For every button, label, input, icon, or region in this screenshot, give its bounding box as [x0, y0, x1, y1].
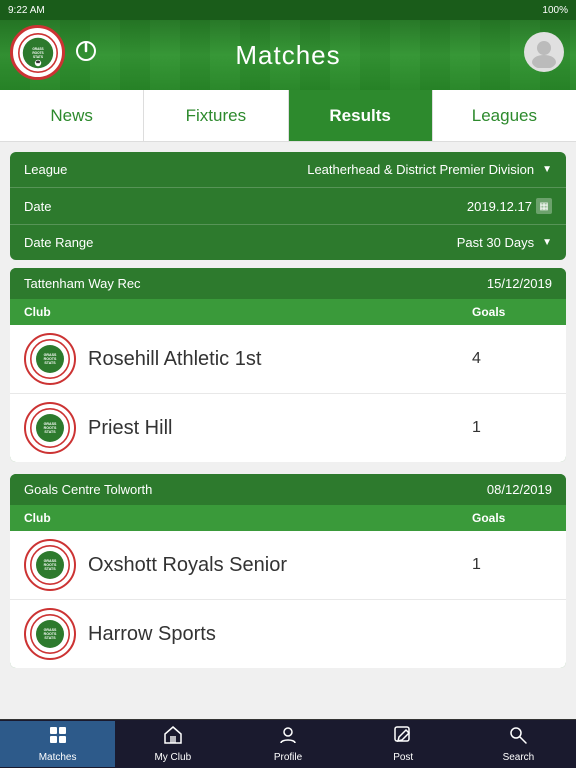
tab-leagues[interactable]: Leagues	[433, 90, 576, 141]
col-club-2: Club	[24, 511, 472, 525]
user-avatar[interactable]	[524, 32, 564, 72]
col-club-1: Club	[24, 305, 472, 319]
svg-text:STATS: STATS	[33, 54, 43, 58]
col-goals-1: Goals	[472, 305, 552, 319]
my-club-nav-icon	[163, 725, 183, 750]
svg-text:GRASS: GRASS	[32, 46, 43, 50]
tab-fixtures[interactable]: Fixtures	[144, 90, 288, 141]
league-filter-row[interactable]: League Leatherhead & District Premier Di…	[10, 152, 566, 188]
match-1-date: 15/12/2019	[487, 276, 552, 291]
svg-text:STATS: STATS	[44, 567, 56, 571]
match-card-1: Tattenham Way Rec 15/12/2019 Club Goals …	[10, 268, 566, 462]
match-2-table-header: Club Goals	[10, 505, 566, 531]
svg-text:GRASS: GRASS	[44, 353, 57, 357]
match-1-team-1-row[interactable]: GRASS ROOTS STATS Rosehill Athletic 1st …	[10, 325, 566, 394]
svg-text:ROOTS: ROOTS	[32, 50, 43, 54]
date-range-filter-label: Date Range	[24, 235, 104, 250]
team-1-logo: GRASS ROOTS STATS	[24, 333, 76, 385]
col-goals-2: Goals	[472, 511, 552, 525]
match-2-team-1-name: Oxshott Royals Senior	[88, 554, 472, 577]
svg-text:STATS: STATS	[44, 636, 56, 640]
bottom-nav: Matches My Club Profile Post	[0, 719, 576, 768]
date-filter-value: 2019.12.17 ▦	[467, 198, 552, 214]
calendar-icon: ▦	[536, 198, 552, 214]
nav-post[interactable]: Post	[346, 721, 461, 767]
date-filter-row[interactable]: Date 2019.12.17 ▦	[10, 188, 566, 225]
match-1-team-1-name: Rosehill Athletic 1st	[88, 348, 472, 371]
match-2-venue: Goals Centre Tolworth	[24, 482, 152, 497]
league-chevron-icon: ▼	[542, 164, 552, 175]
svg-text:GRASS: GRASS	[44, 559, 57, 563]
nav-search[interactable]: Search	[461, 721, 576, 767]
league-filter-label: League	[24, 162, 104, 177]
header-logo: GRASS ROOTS STATS	[10, 25, 65, 80]
match-1-team-2-name: Priest Hill	[88, 417, 472, 440]
nav-my-club-label: My Club	[154, 752, 191, 763]
nav-profile[interactable]: Profile	[230, 721, 345, 767]
status-battery: 100%	[542, 5, 568, 16]
nav-profile-label: Profile	[274, 752, 302, 763]
match-1-venue: Tattenham Way Rec	[24, 276, 141, 291]
svg-text:GRASS: GRASS	[44, 422, 57, 426]
tab-results[interactable]: Results	[289, 90, 433, 141]
match-2-team-1-row[interactable]: GRASS ROOTS STATS Oxshott Royals Senior …	[10, 531, 566, 600]
profile-nav-icon	[278, 725, 298, 750]
search-nav-icon	[508, 725, 528, 750]
match-1-team-2-row[interactable]: GRASS ROOTS STATS Priest Hill 1	[10, 394, 566, 462]
status-time: 9:22 AM	[8, 5, 45, 16]
match-1-table-header: Club Goals	[10, 299, 566, 325]
status-bar: 9:22 AM 100%	[0, 0, 576, 20]
date-range-filter-value: Past 30 Days ▼	[457, 235, 552, 250]
matches-nav-icon	[48, 725, 68, 750]
match-2-date: 08/12/2019	[487, 482, 552, 497]
team-3-logo: GRASS ROOTS STATS	[24, 539, 76, 591]
match-card-1-header: Tattenham Way Rec 15/12/2019	[10, 268, 566, 299]
nav-post-label: Post	[393, 752, 413, 763]
match-2-team-2-row[interactable]: GRASS ROOTS STATS Harrow Sports	[10, 600, 566, 668]
svg-text:ROOTS: ROOTS	[44, 357, 57, 361]
league-filter-value: Leatherhead & District Premier Division …	[307, 162, 552, 177]
date-range-chevron-icon: ▼	[542, 237, 552, 248]
filter-section: League Leatherhead & District Premier Di…	[10, 152, 566, 260]
svg-text:ROOTS: ROOTS	[44, 632, 57, 636]
logo-svg: GRASS ROOTS STATS	[18, 33, 58, 73]
team-2-logo: GRASS ROOTS STATS	[24, 402, 76, 454]
logo-circle: GRASS ROOTS STATS	[10, 25, 65, 80]
nav-search-label: Search	[503, 752, 535, 763]
page-title: Matches	[235, 40, 340, 71]
match-card-2: Goals Centre Tolworth 08/12/2019 Club Go…	[10, 474, 566, 668]
date-range-filter-row[interactable]: Date Range Past 30 Days ▼	[10, 225, 566, 260]
power-icon[interactable]	[75, 40, 97, 67]
header: GRASS ROOTS STATS Matches	[0, 20, 576, 90]
match-2-team-1-goals: 1	[472, 556, 552, 574]
nav-my-club[interactable]: My Club	[115, 721, 230, 767]
main-tabs: News Fixtures Results Leagues	[0, 90, 576, 142]
nav-matches[interactable]: Matches	[0, 721, 115, 767]
team-4-logo: GRASS ROOTS STATS	[24, 608, 76, 660]
post-nav-icon	[393, 725, 413, 750]
match-2-team-2-name: Harrow Sports	[88, 623, 472, 646]
main-content: League Leatherhead & District Premier Di…	[0, 142, 576, 719]
match-card-2-header: Goals Centre Tolworth 08/12/2019	[10, 474, 566, 505]
svg-text:GRASS: GRASS	[44, 628, 57, 632]
match-1-team-1-goals: 4	[472, 350, 552, 368]
match-1-team-2-goals: 1	[472, 419, 552, 437]
svg-text:ROOTS: ROOTS	[44, 563, 57, 567]
tab-news[interactable]: News	[0, 90, 144, 141]
nav-matches-label: Matches	[39, 752, 77, 763]
date-filter-label: Date	[24, 199, 104, 214]
svg-text:ROOTS: ROOTS	[44, 426, 57, 430]
svg-text:STATS: STATS	[44, 430, 56, 434]
svg-text:STATS: STATS	[44, 361, 56, 365]
